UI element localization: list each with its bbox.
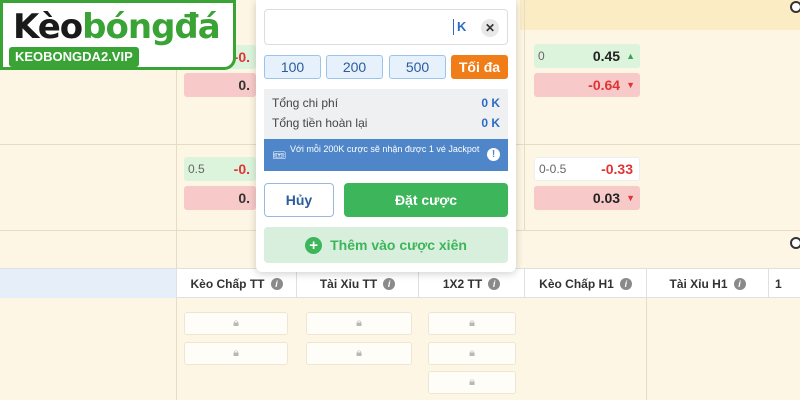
soccer-ball-icon bbox=[790, 1, 800, 13]
arrow-up-icon: ▲ bbox=[626, 51, 635, 61]
total-refund-label: Tổng tiền hoàn lại bbox=[272, 116, 368, 130]
odds-value: -0. bbox=[233, 49, 250, 65]
col-header-label: Kèo Chấp H1 bbox=[539, 276, 614, 291]
stake-input[interactable] bbox=[273, 16, 443, 38]
logo-wordmark: Kèobóngđá bbox=[13, 7, 221, 47]
total-cost-row: Tổng chi phí 0 K bbox=[272, 96, 500, 110]
lock-icon: 🔒︎ bbox=[356, 347, 362, 359]
total-cost-value: 0 K bbox=[481, 96, 500, 110]
locked-odds-cell: 🔒︎ bbox=[428, 371, 516, 394]
handicap-label: 0.5 bbox=[188, 162, 205, 176]
odds-value: 0. bbox=[238, 190, 250, 206]
odds-cell[interactable]: 0. bbox=[184, 73, 256, 97]
clear-icon[interactable]: ✕ bbox=[481, 19, 499, 37]
col-header-label: Tài Xỉu TT bbox=[319, 276, 378, 291]
info-icon[interactable]: i bbox=[383, 277, 396, 290]
column-header-row: Kèo Chấp TT i Tài Xỉu TT i 1X2 TT i Kèo … bbox=[0, 268, 800, 298]
odds-cell[interactable]: 0.03 ▼ bbox=[534, 186, 640, 210]
col-header-handicap-ft[interactable]: Kèo Chấp TT i bbox=[176, 269, 296, 298]
promo-text: Với mỗi 200K cược sẽ nhận được 1 vé Jack… bbox=[290, 144, 480, 154]
odds-value: 0.45 bbox=[592, 48, 621, 64]
col-header-overunder-ft[interactable]: Tài Xỉu TT i bbox=[296, 269, 418, 298]
arrow-down-icon: ▼ bbox=[626, 80, 635, 90]
lock-icon: 🔒︎ bbox=[233, 317, 239, 329]
max-amount-button[interactable]: Tối đa bbox=[451, 55, 508, 79]
handicap-label: 0 bbox=[538, 49, 545, 63]
total-refund-row: Tổng tiền hoàn lại 0 K bbox=[272, 116, 500, 130]
site-logo[interactable]: Kèobóngđá KEOBONGDA2.VIP bbox=[0, 0, 236, 70]
odds-cell[interactable]: 0. bbox=[184, 186, 256, 210]
locked-odds-cell: 🔒︎ bbox=[428, 312, 516, 335]
soccer-ball-icon bbox=[790, 237, 800, 249]
odds-value: 0.03 bbox=[592, 190, 621, 206]
header-spacer bbox=[0, 269, 176, 298]
total-refund-value: 0 K bbox=[481, 116, 500, 130]
betslip-panel: K ✕ 100 200 500 Tối đa Tổng chi phí 0 K … bbox=[256, 0, 516, 272]
col-header-overunder-h1[interactable]: Tài Xỉu H1 i bbox=[646, 269, 768, 298]
add-to-parlay-button[interactable]: + Thêm vào cược xiên bbox=[264, 227, 508, 263]
logo-word: Kèo bbox=[13, 7, 83, 47]
alert-icon[interactable]: ! bbox=[487, 148, 500, 161]
quick-amount-button[interactable]: 500 bbox=[389, 55, 446, 79]
add-to-parlay-label: Thêm vào cược xiên bbox=[330, 237, 467, 253]
odds-value: -0.33 bbox=[601, 161, 633, 177]
lock-icon: 🔒︎ bbox=[356, 317, 362, 329]
odds-value: -0. bbox=[233, 161, 250, 177]
lock-icon: 🔒︎ bbox=[233, 347, 239, 359]
bet-summary: Tổng chi phí 0 K Tổng tiền hoàn lại 0 K bbox=[264, 89, 508, 139]
currency-suffix: K bbox=[453, 19, 466, 35]
locked-odds-cell: 🔒︎ bbox=[306, 312, 412, 335]
odds-cell[interactable]: 0-0.5 -0.33 bbox=[534, 157, 640, 181]
ticket-icon: 🎟︎ bbox=[272, 150, 286, 162]
logo-word: bóngđá bbox=[82, 7, 221, 47]
col-header-label: 1X2 TT bbox=[442, 276, 483, 291]
locked-odds-cell: 🔒︎ bbox=[184, 312, 288, 335]
col-header-1x2-ft[interactable]: 1X2 TT i bbox=[418, 269, 524, 298]
info-icon[interactable]: i bbox=[619, 277, 632, 290]
cancel-button[interactable]: Hủy bbox=[264, 183, 334, 217]
locked-odds-cell: 🔒︎ bbox=[184, 342, 288, 365]
odds-cell[interactable]: 0 0.45 ▲ bbox=[534, 44, 640, 68]
divider bbox=[524, 0, 525, 230]
col-header-label: Tài Xỉu H1 bbox=[669, 276, 728, 291]
place-bet-button[interactable]: Đặt cược bbox=[344, 183, 508, 217]
handicap-label: 0-0.5 bbox=[539, 162, 567, 176]
col-header-label: 1 bbox=[775, 276, 782, 291]
quick-amount-button[interactable]: 200 bbox=[326, 55, 383, 79]
quick-amount-button[interactable]: 100 bbox=[264, 55, 321, 79]
stake-field[interactable]: K ✕ bbox=[264, 9, 508, 45]
info-icon[interactable]: i bbox=[488, 277, 501, 290]
arrow-down-icon: ▼ bbox=[626, 193, 635, 203]
odds-value: -0.64 bbox=[588, 77, 621, 93]
locked-odds-cell: 🔒︎ bbox=[428, 342, 516, 365]
odds-cell[interactable]: -0.64 ▼ bbox=[534, 73, 640, 97]
info-icon[interactable]: i bbox=[270, 277, 283, 290]
lock-icon: 🔒︎ bbox=[469, 317, 475, 329]
plus-icon: + bbox=[305, 236, 323, 254]
lock-icon: 🔒︎ bbox=[469, 347, 475, 359]
odds-value: 0. bbox=[238, 77, 250, 93]
locked-odds-cell: 🔒︎ bbox=[306, 342, 412, 365]
odds-cell[interactable]: 0.5 -0. bbox=[184, 157, 256, 181]
jackpot-promo: 🎟︎ Với mỗi 200K cược sẽ nhận được 1 vé J… bbox=[264, 139, 508, 171]
lock-icon: 🔒︎ bbox=[469, 376, 475, 388]
top-strip bbox=[520, 0, 800, 30]
info-icon[interactable]: i bbox=[733, 277, 746, 290]
col-header-handicap-h1[interactable]: Kèo Chấp H1 i bbox=[524, 269, 646, 298]
col-header-truncated[interactable]: 1 bbox=[768, 269, 800, 298]
col-header-label: Kèo Chấp TT bbox=[190, 276, 265, 291]
logo-site-badge: KEOBONGDA2.VIP bbox=[9, 47, 139, 67]
total-cost-label: Tổng chi phí bbox=[272, 96, 339, 110]
